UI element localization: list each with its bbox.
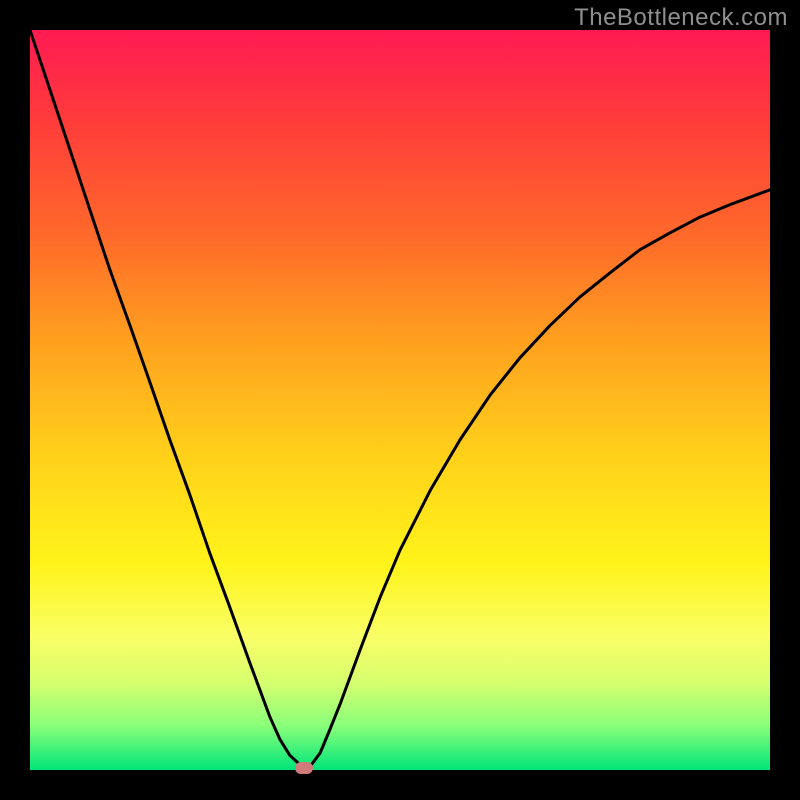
chart-frame: TheBottleneck.com: [0, 0, 800, 800]
minimum-marker: [295, 762, 313, 774]
plot-area: [30, 30, 770, 770]
bottleneck-curve: [30, 30, 770, 770]
watermark-text: TheBottleneck.com: [574, 4, 788, 32]
